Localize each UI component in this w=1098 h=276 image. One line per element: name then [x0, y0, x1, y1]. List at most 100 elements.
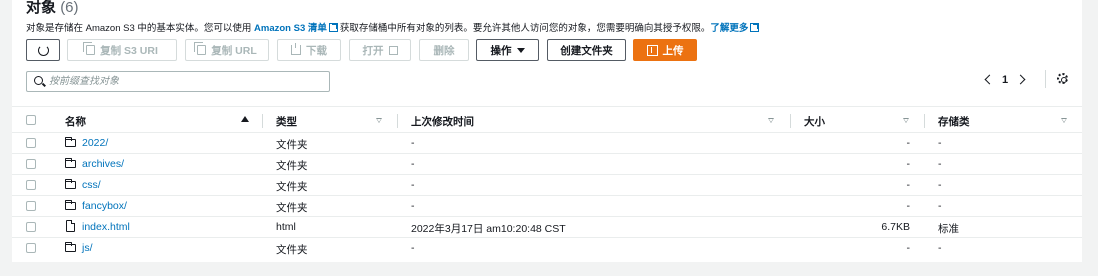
pagination-divider — [1045, 70, 1046, 88]
actions-dropdown[interactable]: 操作 — [476, 39, 539, 61]
external-link-icon — [388, 45, 398, 55]
column-divider — [924, 114, 925, 128]
chevron-left-icon[interactable] — [980, 70, 996, 90]
table-header: 名称 类型 上次修改时间 大小 存储类 — [12, 106, 1082, 133]
search-input[interactable] — [49, 72, 319, 91]
table-row[interactable]: js/文件夹 - - - — [12, 238, 1082, 259]
column-divider — [397, 114, 398, 128]
upload-label: 上传 — [662, 44, 684, 57]
copy-url-button[interactable]: 复制 URL — [185, 39, 269, 61]
table-row[interactable]: archives/文件夹 - - - — [12, 154, 1082, 175]
table-body: 2022/文件夹 - - - archives/文件夹 - - - css/文件夹 - - - fanc… — [12, 133, 1082, 259]
objects-panel: 对象 (6) 对象是存储在 Amazon S3 中的基本实体。您可以使用 Ama… — [12, 0, 1082, 262]
select-all-checkbox[interactable] — [26, 115, 36, 125]
chevron-right-icon[interactable] — [1014, 70, 1030, 90]
object-size: - — [906, 137, 911, 149]
object-type: html — [276, 221, 296, 233]
object-name-link[interactable]: fancybox/ — [82, 200, 127, 212]
copy-icon — [194, 42, 207, 55]
folder-icon — [64, 136, 76, 147]
object-storage-class: - — [938, 242, 942, 254]
sort-icon[interactable] — [1061, 118, 1068, 123]
row-checkbox[interactable] — [26, 138, 36, 148]
object-storage-class: 标准 — [938, 223, 959, 235]
row-checkbox[interactable] — [26, 201, 36, 211]
column-header-type[interactable]: 类型 — [276, 114, 297, 129]
folder-icon — [64, 178, 76, 189]
object-name-link[interactable]: 2022/ — [82, 137, 108, 149]
object-last-modified: - — [411, 200, 415, 212]
external-link-icon — [328, 23, 338, 32]
learn-more-link[interactable]: 了解更多 — [710, 23, 748, 34]
download-icon — [291, 43, 301, 55]
actions-label: 操作 — [490, 44, 512, 57]
search-icon — [34, 76, 43, 85]
download-button[interactable]: 下载 — [277, 39, 341, 61]
object-name-link[interactable]: index.html — [82, 221, 130, 233]
objects-table: 名称 类型 上次修改时间 大小 存储类 2022/文件夹 - - - archives/… — [12, 106, 1082, 259]
s3-inventory-link[interactable]: Amazon S3 清单 — [254, 23, 327, 34]
column-header-storage-class[interactable]: 存储类 — [938, 114, 970, 129]
object-name-link[interactable]: archives/ — [82, 158, 124, 170]
sort-asc-icon[interactable] — [241, 116, 249, 122]
object-type: 文件夹 — [276, 202, 308, 214]
title-text: 对象 — [26, 0, 57, 16]
object-type: 文件夹 — [276, 244, 308, 256]
object-storage-class: - — [938, 158, 942, 170]
object-size: - — [906, 242, 911, 254]
row-checkbox[interactable] — [26, 222, 36, 232]
open-label: 打开 — [362, 44, 384, 57]
row-checkbox[interactable] — [26, 180, 36, 190]
column-header-size[interactable]: 大小 — [804, 114, 825, 129]
delete-button[interactable]: 删除 — [419, 39, 469, 61]
file-icon — [66, 219, 76, 232]
object-name-link[interactable]: css/ — [82, 179, 101, 191]
page-title: 对象 (6) — [26, 0, 79, 17]
object-size: - — [906, 200, 911, 212]
page-number[interactable]: 1 — [996, 74, 1014, 86]
object-count: (6) — [60, 0, 79, 16]
description-text-2: 获取存储桶中所有对象的列表。要允许其他人访问您的对象，您需要明确向其授予权限。 — [339, 23, 711, 34]
object-type: 文件夹 — [276, 139, 308, 151]
object-last-modified: - — [411, 179, 415, 191]
table-row[interactable]: css/文件夹 - - - — [12, 175, 1082, 196]
copy-icon — [83, 42, 96, 55]
object-storage-class: - — [938, 179, 942, 191]
description-text-1: 对象是存储在 Amazon S3 中的基本实体。您可以使用 — [26, 23, 255, 34]
column-header-modified[interactable]: 上次修改时间 — [411, 114, 474, 129]
table-row[interactable]: fancybox/文件夹 - - - — [12, 196, 1082, 217]
upload-button[interactable]: 上传 — [633, 39, 697, 61]
gear-icon[interactable] — [1057, 73, 1068, 84]
create-folder-label: 创建文件夹 — [560, 44, 613, 57]
open-button[interactable]: 打开 — [349, 39, 411, 61]
refresh-icon — [37, 44, 49, 56]
search-box — [26, 71, 330, 92]
object-storage-class: - — [938, 137, 942, 149]
copy-url-label: 复制 URL — [211, 44, 257, 57]
table-row[interactable]: index.html html 2022年3月17日 am10:20:48 CST 6… — [12, 217, 1082, 238]
sort-icon[interactable] — [376, 118, 383, 123]
create-folder-button[interactable]: 创建文件夹 — [547, 39, 626, 61]
column-divider — [790, 114, 791, 128]
object-type: 文件夹 — [276, 160, 308, 172]
download-label: 下载 — [306, 44, 327, 57]
row-checkbox[interactable] — [26, 159, 36, 169]
object-storage-class: - — [938, 200, 942, 212]
sort-icon[interactable] — [903, 118, 910, 123]
copy-s3-uri-button[interactable]: 复制 S3 URI — [67, 39, 177, 61]
refresh-button[interactable] — [26, 39, 60, 61]
column-header-name[interactable]: 名称 — [65, 114, 86, 129]
object-last-modified: - — [411, 137, 415, 149]
object-size: - — [906, 158, 911, 170]
object-last-modified: - — [411, 158, 415, 170]
table-row[interactable]: 2022/文件夹 - - - — [12, 133, 1082, 154]
external-link-icon — [750, 23, 760, 32]
delete-label: 删除 — [433, 44, 455, 57]
folder-icon — [64, 241, 76, 252]
sort-icon[interactable] — [768, 118, 775, 123]
copy-s3-uri-label: 复制 S3 URI — [100, 44, 158, 57]
object-name-link[interactable]: js/ — [82, 242, 93, 254]
folder-icon — [64, 199, 76, 210]
row-checkbox[interactable] — [26, 243, 36, 253]
folder-icon — [64, 157, 76, 168]
